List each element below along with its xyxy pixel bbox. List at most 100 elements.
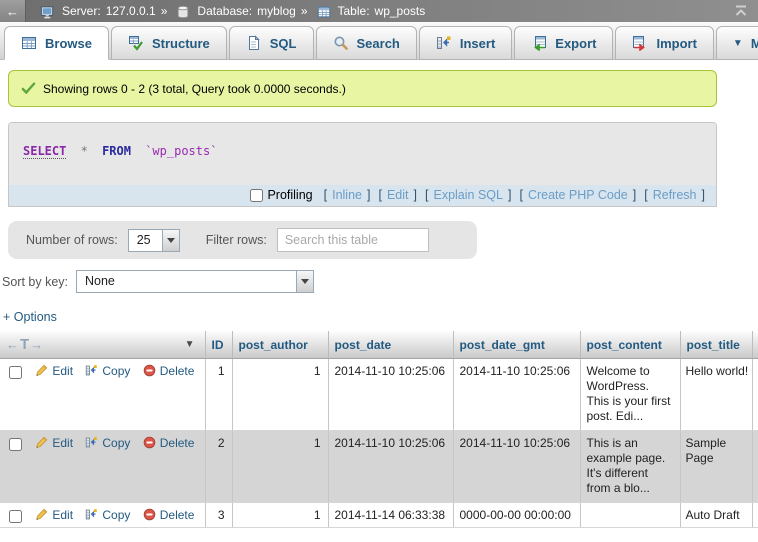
profiling-checkbox[interactable] (250, 189, 263, 202)
row-checkbox[interactable] (9, 510, 22, 523)
success-check-icon (21, 81, 36, 96)
column-header-post-date[interactable]: post_date (328, 331, 453, 359)
column-header-post-author[interactable]: post_author (232, 331, 328, 359)
tab-label: Browse (45, 36, 92, 51)
chevron-down-icon: ▼ (733, 38, 743, 49)
tab-export[interactable]: Export (514, 26, 613, 60)
copy-link[interactable]: Copy (102, 436, 130, 450)
tab-insert[interactable]: Insert (419, 26, 512, 60)
database-label: Database: (197, 4, 252, 18)
sql-keyword-from: FROM (102, 144, 131, 158)
breadcrumb-separator: » (161, 4, 168, 18)
breadcrumb: Server: 127.0.0.1 » Database: myblog » T… (26, 4, 724, 18)
tab-label: SQL (270, 36, 297, 51)
row-checkbox[interactable] (9, 366, 22, 379)
edit-link[interactable]: Edit (52, 364, 73, 378)
table-link[interactable]: wp_posts (375, 4, 426, 18)
server-link[interactable]: 127.0.0.1 (106, 4, 156, 18)
tab-search[interactable]: Search (316, 26, 417, 60)
edit-pencil-icon (35, 508, 48, 521)
edit-pencil-icon (35, 364, 48, 377)
back-button[interactable]: ← (0, 0, 26, 22)
cell-overflow (752, 431, 758, 503)
sql-keyword-select[interactable]: SELECT (23, 144, 66, 159)
table-row: Edit Copy Delete 3 1 2014-11-14 06:33:38… (0, 503, 758, 528)
delete-icon (143, 364, 156, 377)
edit-link[interactable]: Edit (52, 508, 73, 522)
collapse-top-icon[interactable] (724, 5, 758, 17)
bracket: [ (644, 188, 647, 202)
cell-post-content: Welcome to WordPress. This is your first… (580, 359, 680, 431)
sort-by-key-select[interactable]: None (76, 270, 314, 293)
table-icon (317, 5, 331, 19)
copy-icon (85, 436, 98, 449)
explain-sql-link[interactable]: Explain SQL (433, 188, 502, 202)
cell-post-date: 2014-11-14 06:33:38 (328, 503, 453, 528)
browse-icon (21, 35, 37, 51)
filter-rows-label: Filter rows: (206, 233, 267, 247)
tab-import[interactable]: Import (615, 26, 713, 60)
inline-link[interactable]: Inline (332, 188, 362, 202)
bracket: [ (519, 188, 522, 202)
tab-more[interactable]: ▼ More (716, 26, 758, 60)
tab-label: Structure (152, 36, 210, 51)
database-link[interactable]: myblog (257, 4, 296, 18)
column-header-post-content[interactable]: post_content (580, 331, 680, 359)
column-visibility-icon[interactable]: ←T→ (6, 336, 44, 353)
copy-link[interactable]: Copy (102, 508, 130, 522)
bracket: ] (367, 188, 370, 202)
import-icon (632, 35, 648, 51)
cell-overflow (752, 359, 758, 431)
cell-post-date: 2014-11-10 10:25:06 (328, 359, 453, 431)
row-checkbox[interactable] (9, 438, 22, 451)
rows-control-panel: Number of rows: 25 Filter rows: (8, 221, 477, 259)
refresh-link[interactable]: Refresh (653, 188, 697, 202)
column-header-overflow (752, 331, 758, 359)
tab-label: Export (555, 36, 596, 51)
column-header-id[interactable]: ID (205, 331, 232, 359)
create-php-code-link[interactable]: Create PHP Code (528, 188, 628, 202)
filter-rows-input[interactable] (277, 228, 429, 252)
query-box: SELECT * FROM `wp_posts` Profiling [ Inl… (8, 122, 717, 207)
delete-link[interactable]: Delete (160, 508, 195, 522)
sql-icon (246, 35, 262, 51)
profiling-toggle[interactable]: Profiling (250, 188, 312, 202)
copy-icon (85, 364, 98, 377)
dropdown-arrow-icon (162, 230, 179, 251)
edit-query-link[interactable]: Edit (387, 188, 409, 202)
copy-link[interactable]: Copy (102, 364, 130, 378)
cell-post-date-gmt: 2014-11-10 10:25:06 (453, 359, 580, 431)
table-row: Edit Copy Delete 2 1 2014-11-10 10:25:06… (0, 431, 758, 503)
tab-label: Search (357, 36, 400, 51)
cell-post-content (580, 503, 680, 528)
table-row: Edit Copy Delete 1 1 2014-11-10 10:25:06… (0, 359, 758, 431)
tab-label: More (751, 36, 758, 51)
cell-post-content: This is an example page. It's different … (580, 431, 680, 503)
tab-structure[interactable]: Structure (111, 26, 227, 60)
status-message-text: Showing rows 0 - 2 (3 total, Query took … (43, 82, 346, 96)
delete-link[interactable]: Delete (160, 436, 195, 450)
delete-link[interactable]: Delete (160, 364, 195, 378)
column-header-post-title[interactable]: post_title (680, 331, 752, 359)
bracket: ] (508, 188, 511, 202)
tab-label: Import (656, 36, 696, 51)
sort-arrow-icon[interactable]: ▼ (185, 339, 195, 350)
sort-by-key-value: None (77, 271, 296, 292)
column-header-post-date-gmt[interactable]: post_date_gmt (453, 331, 580, 359)
sort-by-key-label: Sort by key: (2, 275, 68, 289)
cell-post-author: 1 (232, 359, 328, 431)
cell-post-date-gmt: 0000-00-00 00:00:00 (453, 503, 580, 528)
edit-link[interactable]: Edit (52, 436, 73, 450)
back-arrow-icon: ← (6, 4, 19, 19)
bracket: [ (425, 188, 428, 202)
profiling-label: Profiling (267, 188, 312, 202)
cell-post-title: Sample Page (680, 431, 752, 503)
bracket: [ (324, 188, 327, 202)
cell-post-author: 1 (232, 503, 328, 528)
tab-browse[interactable]: Browse (4, 26, 109, 60)
tab-sql[interactable]: SQL (229, 26, 314, 60)
number-of-rows-select[interactable]: 25 (128, 229, 180, 252)
options-toggle[interactable]: + Options (3, 310, 57, 324)
sql-table-name: `wp_posts` (145, 144, 217, 158)
sort-row: Sort by key: None (2, 270, 758, 293)
